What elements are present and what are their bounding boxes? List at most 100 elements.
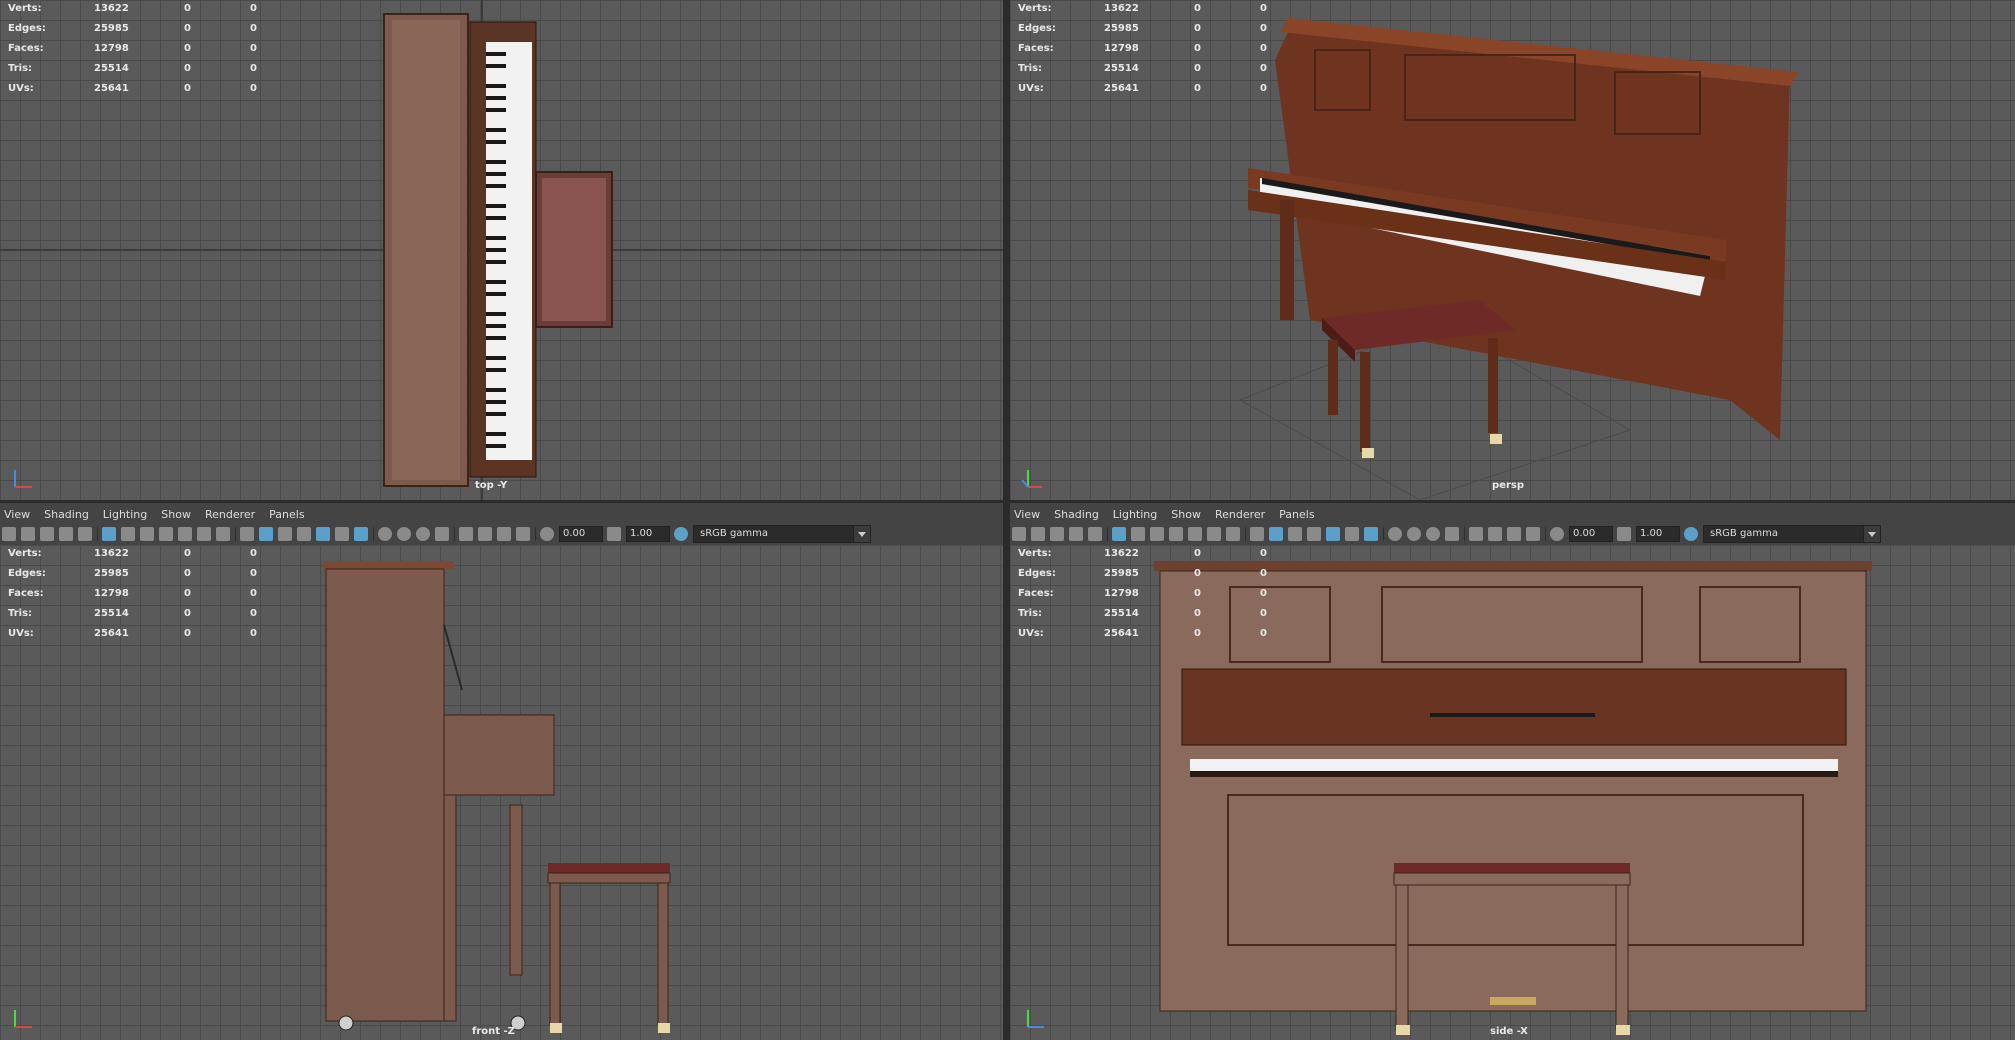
image-plane-icon[interactable] [59, 527, 73, 541]
gamma-field[interactable]: 1.00 [626, 526, 670, 542]
camera-attributes-icon[interactable] [1031, 527, 1045, 541]
bookmark-icon[interactable] [40, 527, 54, 541]
default-lighting-icon[interactable] [278, 527, 292, 541]
camera-select-icon[interactable] [1012, 527, 1026, 541]
menu-renderer[interactable]: Renderer [201, 503, 261, 523]
grease-pencil-icon[interactable] [78, 527, 92, 541]
exposure-icon[interactable] [1550, 527, 1564, 541]
gamma-icon[interactable] [1617, 527, 1631, 541]
resolution-gate-icon[interactable] [140, 527, 154, 541]
camera-label-persp: persp [1492, 480, 1524, 491]
wireframe-icon[interactable] [1250, 527, 1264, 541]
safe-action-icon[interactable] [1207, 527, 1221, 541]
use-all-lights-icon[interactable] [335, 527, 349, 541]
viewport-side[interactable]: Verts: 13622 0 0 Edges: 25985 0 0 Faces: 12798 0… [1010, 545, 2015, 1040]
gate-mask-icon[interactable] [159, 527, 173, 541]
safe-action-icon[interactable] [197, 527, 211, 541]
grid-toggle-icon[interactable] [102, 527, 116, 541]
xray-joints-icon[interactable] [497, 527, 511, 541]
film-gate-icon[interactable] [1131, 527, 1145, 541]
camera-label-top: top -Y [475, 480, 508, 491]
viewport-front[interactable]: Verts: 13622 0 0 Edges: 25985 0 0 Faces: 12798 0… [0, 545, 1003, 1040]
stat-uvs-selected: 0 [184, 628, 191, 639]
default-lighting-icon[interactable] [1288, 527, 1302, 541]
safe-title-icon[interactable] [1226, 527, 1240, 541]
stat-label-verts: Verts: [1018, 3, 1052, 14]
viewport-splitter-vertical[interactable] [1003, 0, 1010, 1040]
safe-title-icon[interactable] [216, 527, 230, 541]
xray-active-icon[interactable] [516, 527, 530, 541]
wireframe-on-shaded-icon[interactable] [1307, 527, 1321, 541]
menu-shading[interactable]: Shading [1050, 503, 1105, 523]
poly-count-hud: Verts: 13622 0 0 Edges: 25985 0 0 Faces: 12798 0… [8, 547, 268, 647]
view-transform-dropdown[interactable]: sRGB gamma [693, 525, 871, 543]
isolate-select-icon[interactable] [459, 527, 473, 541]
menu-shading[interactable]: Shading [40, 503, 95, 523]
screen-space-ao-icon[interactable] [1388, 527, 1402, 541]
isolate-select-icon[interactable] [1469, 527, 1483, 541]
textured-icon[interactable] [1326, 527, 1340, 541]
menu-lighting[interactable]: Lighting [1109, 503, 1163, 523]
xray-joints-icon[interactable] [1507, 527, 1521, 541]
stat-label-uvs: UVs: [8, 83, 34, 94]
field-chart-icon[interactable] [1188, 527, 1202, 541]
menu-renderer[interactable]: Renderer [1211, 503, 1271, 523]
gamma-field[interactable]: 1.00 [1636, 526, 1680, 542]
stat-label-faces: Faces: [1018, 43, 1054, 54]
camera-label-side: side -X [1490, 1026, 1528, 1037]
field-chart-icon[interactable] [178, 527, 192, 541]
multisample-aa-icon[interactable] [416, 527, 430, 541]
motion-blur-icon[interactable] [397, 527, 411, 541]
exposure-field[interactable]: 0.00 [1569, 526, 1613, 542]
wireframe-icon[interactable] [240, 527, 254, 541]
depth-of-field-icon[interactable] [1445, 527, 1459, 541]
xray-icon[interactable] [478, 527, 492, 541]
grid-toggle-icon[interactable] [1112, 527, 1126, 541]
panel-toolbar-icons: 0.00 1.00 sRGB gamma [1012, 525, 1881, 543]
stat-uvs-selected: 0 [1194, 628, 1201, 639]
poly-count-hud: Verts: 13622 0 0 Edges: 25985 0 0 Faces: 12798 0… [1018, 547, 1278, 647]
motion-blur-icon[interactable] [1407, 527, 1421, 541]
smooth-shade-icon[interactable] [1269, 527, 1283, 541]
menu-show[interactable]: Show [1167, 503, 1207, 523]
menu-panels[interactable]: Panels [1275, 503, 1320, 523]
shadows-icon[interactable] [1364, 527, 1378, 541]
panel-menu-bar: View Shading Lighting Show Renderer Pane… [0, 503, 315, 523]
stat-uvs-selected: 0 [1194, 83, 1201, 94]
viewport-top[interactable]: Verts: 13622 0 0 Edges: 25985 0 0 Faces: 12798 0… [0, 0, 1003, 500]
xray-active-icon[interactable] [1526, 527, 1540, 541]
viewport-persp[interactable]: Verts: 13622 0 0 Edges: 25985 0 0 Faces: 12798 0… [1010, 0, 2015, 500]
gate-mask-icon[interactable] [1169, 527, 1183, 541]
image-plane-icon[interactable] [1069, 527, 1083, 541]
smooth-shade-icon[interactable] [259, 527, 273, 541]
bookmark-icon[interactable] [1050, 527, 1064, 541]
xray-icon[interactable] [1488, 527, 1502, 541]
exposure-field[interactable]: 0.00 [559, 526, 603, 542]
menu-view[interactable]: View [0, 503, 36, 523]
view-transform-dropdown[interactable]: sRGB gamma [1703, 525, 1881, 543]
grease-pencil-icon[interactable] [1088, 527, 1102, 541]
gamma-icon[interactable] [607, 527, 621, 541]
wireframe-on-shaded-icon[interactable] [297, 527, 311, 541]
multisample-aa-icon[interactable] [1426, 527, 1440, 541]
color-management-icon[interactable] [674, 527, 688, 541]
menu-show[interactable]: Show [157, 503, 197, 523]
textured-icon[interactable] [316, 527, 330, 541]
camera-select-icon[interactable] [2, 527, 16, 541]
color-management-icon[interactable] [1684, 527, 1698, 541]
screen-space-ao-icon[interactable] [378, 527, 392, 541]
exposure-icon[interactable] [540, 527, 554, 541]
menu-lighting[interactable]: Lighting [99, 503, 153, 523]
stat-faces-value: 12798 [1104, 588, 1139, 599]
stat-faces-value: 12798 [1104, 43, 1139, 54]
use-all-lights-icon[interactable] [1345, 527, 1359, 541]
shadows-icon[interactable] [354, 527, 368, 541]
resolution-gate-icon[interactable] [1150, 527, 1164, 541]
menu-panels[interactable]: Panels [265, 503, 310, 523]
menu-view[interactable]: View [1010, 503, 1046, 523]
camera-attributes-icon[interactable] [21, 527, 35, 541]
stat-uvs-selected: 0 [184, 83, 191, 94]
depth-of-field-icon[interactable] [435, 527, 449, 541]
stat-edges-selected: 0 [184, 23, 191, 34]
film-gate-icon[interactable] [121, 527, 135, 541]
